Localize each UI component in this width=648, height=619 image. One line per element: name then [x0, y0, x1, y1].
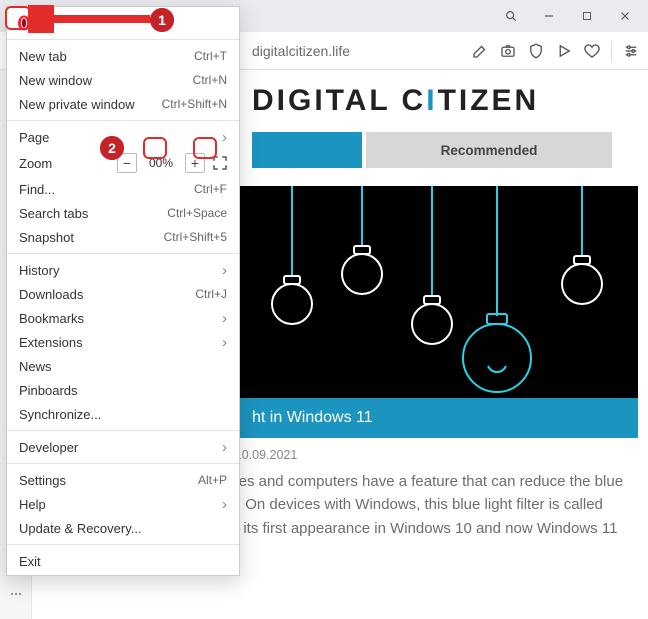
tab-active[interactable] [252, 132, 362, 168]
edit-page-icon[interactable] [471, 42, 489, 60]
snapshot-icon[interactable] [499, 42, 517, 60]
zoom-in-button[interactable]: + [185, 153, 205, 173]
menu-pinboards[interactable]: Pinboards [7, 378, 239, 402]
site-logo[interactable]: DIGITAL CITIZEN [252, 84, 539, 117]
fullscreen-button[interactable] [211, 154, 229, 172]
menu-help[interactable]: Help [7, 492, 239, 516]
opera-menu-header[interactable]: M [7, 11, 239, 35]
easy-setup-icon[interactable] [622, 42, 640, 60]
opera-icon [15, 14, 33, 32]
menu-bookmarks[interactable]: Bookmarks [7, 306, 239, 330]
play-icon[interactable] [555, 42, 573, 60]
menu-new-tab[interactable]: New tabCtrl+T [7, 44, 239, 68]
menu-zoom-row: Zoom − 00% + [7, 149, 239, 177]
close-button[interactable] [608, 2, 642, 30]
menu-find[interactable]: Find...Ctrl+F [7, 177, 239, 201]
heart-icon[interactable] [583, 42, 601, 60]
menu-developer[interactable]: Developer [7, 435, 239, 459]
menu-new-window[interactable]: New windowCtrl+N [7, 68, 239, 92]
menu-search-tabs[interactable]: Search tabsCtrl+Space [7, 201, 239, 225]
annotation-step-2: 2 [100, 136, 124, 160]
more-sidebar-icon[interactable] [8, 586, 24, 605]
menu-synchronize[interactable]: Synchronize... [7, 402, 239, 426]
address-text[interactable]: digitalcitizen.life [252, 43, 461, 59]
zoom-label: Zoom [19, 156, 52, 171]
shield-icon[interactable] [527, 42, 545, 60]
maximize-button[interactable] [570, 2, 604, 30]
search-icon[interactable] [494, 2, 528, 30]
menu-new-private-window[interactable]: New private windowCtrl+Shift+N [7, 92, 239, 116]
menu-update-recovery[interactable]: Update & Recovery... [7, 516, 239, 540]
menu-snapshot[interactable]: SnapshotCtrl+Shift+5 [7, 225, 239, 249]
opera-menu: M New tabCtrl+T New windowCtrl+N New pri… [6, 6, 240, 576]
menu-exit[interactable]: Exit [7, 549, 239, 573]
tab-recommended[interactable]: Recommended [366, 132, 612, 168]
menu-extensions[interactable]: Extensions [7, 330, 239, 354]
menu-settings[interactable]: SettingsAlt+P [7, 468, 239, 492]
annotation-step-1: 1 [150, 8, 174, 32]
zoom-value: 00% [143, 156, 179, 170]
menu-history[interactable]: History [7, 258, 239, 282]
menu-news[interactable]: News [7, 354, 239, 378]
minimize-button[interactable] [532, 2, 566, 30]
article-title-fragment: ht in Windows 11 [252, 409, 373, 427]
menu-downloads[interactable]: DownloadsCtrl+J [7, 282, 239, 306]
article-date: 10.09.2021 [235, 448, 298, 462]
